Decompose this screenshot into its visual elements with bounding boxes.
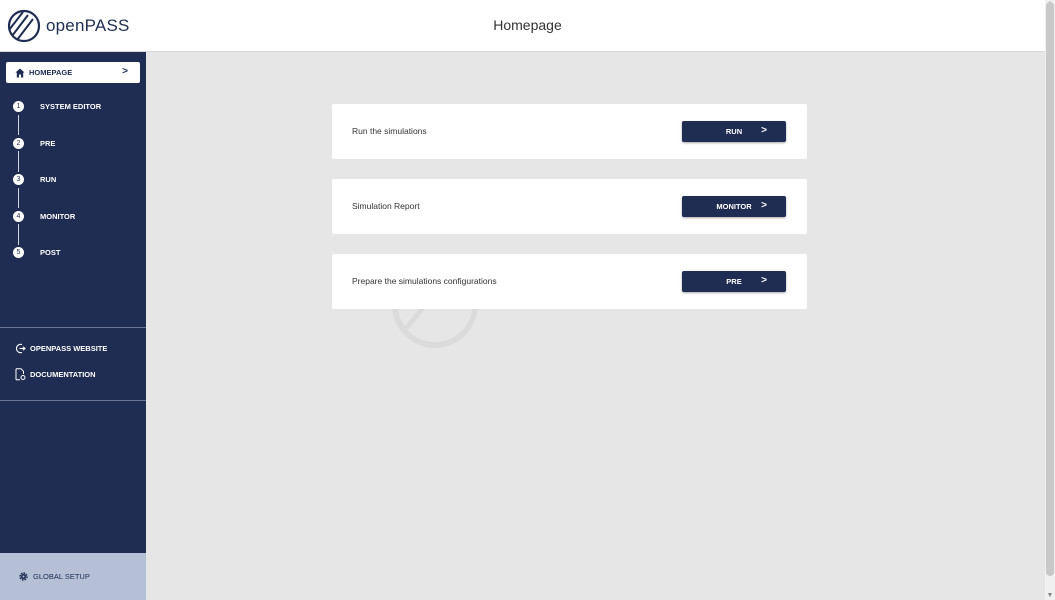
openpass-website-link[interactable]: OPENPASS WEBSITE <box>15 343 107 354</box>
card-description: Prepare the simulations configurations <box>352 276 497 286</box>
chevron-right-icon: > <box>122 66 128 77</box>
sidebar-item-system-editor[interactable]: 1 SYSTEM EDITOR <box>13 100 101 112</box>
step-connector <box>18 151 19 172</box>
gear-icon <box>19 572 28 581</box>
run-button[interactable]: RUN > <box>682 121 786 142</box>
sidebar-item-homepage[interactable]: HOMEPAGE > <box>6 62 140 83</box>
sidebar-item-monitor[interactable]: 4 MONITOR <box>13 210 75 222</box>
global-setup-button[interactable]: GLOBAL SETUP <box>0 553 146 600</box>
step-number-badge: 5 <box>13 246 24 258</box>
sidebar-divider <box>0 400 146 401</box>
pre-card: Prepare the simulations configurations P… <box>332 254 807 309</box>
monitor-button-label: MONITOR <box>716 202 752 211</box>
step-number-badge: 1 <box>13 100 24 112</box>
sidebar-item-label: MONITOR <box>40 211 76 221</box>
monitor-button[interactable]: MONITOR > <box>682 196 786 217</box>
step-connector <box>18 224 19 245</box>
sidebar-item-post[interactable]: 5 POST <box>13 246 60 258</box>
documentation-label: DOCUMENTATION <box>30 370 96 379</box>
step-number-badge: 4 <box>13 210 24 222</box>
sidebar-item-run[interactable]: 3 RUN <box>13 173 56 185</box>
card-description: Run the simulations <box>352 126 427 136</box>
sidebar-item-label: POST <box>40 247 61 257</box>
step-connector <box>18 115 19 135</box>
scrollbar-thumb[interactable] <box>1046 2 1054 576</box>
page-title: Homepage <box>493 17 562 33</box>
step-number-badge: 3 <box>13 173 24 185</box>
documentation-link[interactable]: DOCUMENTATION <box>15 368 96 381</box>
chevron-right-icon: > <box>761 200 767 211</box>
pre-button[interactable]: PRE > <box>682 271 786 292</box>
sidebar-item-label: RUN <box>40 174 57 184</box>
app-header: openPASS Homepage <box>0 0 1045 52</box>
step-connector <box>18 188 19 208</box>
step-number-badge: 2 <box>13 137 24 149</box>
run-button-label: RUN <box>725 127 743 136</box>
chevron-right-icon: > <box>761 275 767 286</box>
sidebar-item-pre[interactable]: 2 PRE <box>13 137 55 149</box>
chevron-right-icon: > <box>761 125 767 136</box>
openpass-website-label: OPENPASS WEBSITE <box>30 344 108 353</box>
sidebar: HOMEPAGE > 1 SYSTEM EDITOR 2 PRE 3 RUN 4… <box>0 52 146 600</box>
global-setup-label: GLOBAL SETUP <box>33 572 90 581</box>
external-link-icon <box>15 343 26 354</box>
sidebar-item-label: SYSTEM EDITOR <box>40 101 102 111</box>
pre-button-label: PRE <box>726 277 742 286</box>
sidebar-item-homepage-label: HOMEPAGE <box>29 68 73 77</box>
home-icon <box>15 68 25 77</box>
card-description: Simulation Report <box>352 201 420 211</box>
sidebar-divider <box>0 327 146 328</box>
document-settings-icon <box>15 368 26 381</box>
run-card: Run the simulations RUN > <box>332 104 807 159</box>
vertical-scrollbar[interactable]: ▲ ▼ <box>1045 0 1055 600</box>
monitor-card: Simulation Report MONITOR > <box>332 179 807 234</box>
sidebar-item-label: PRE <box>40 138 56 148</box>
scroll-down-icon[interactable]: ▼ <box>1046 592 1054 600</box>
